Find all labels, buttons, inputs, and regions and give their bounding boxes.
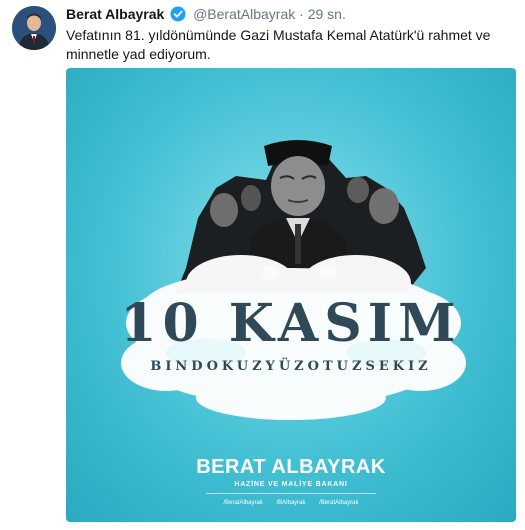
- tweet-timestamp[interactable]: 29 sn.: [308, 6, 346, 22]
- avatar-image: [12, 6, 56, 50]
- poster-year-words: BINDOKUZYÜZOTUZSEKIZ: [150, 359, 432, 374]
- poster-brand-name: BERAT ALBAYRAK: [196, 456, 386, 478]
- author-handle[interactable]: @BeratAlbayrak: [193, 6, 295, 22]
- avatar[interactable]: [12, 6, 56, 50]
- tweet-text: Vefatının 81. yıldönümünde Gazi Mustafa …: [66, 27, 491, 62]
- author-name[interactable]: Berat Albayrak: [66, 6, 164, 22]
- poster-socials: /BeratAlbayrak /BAlbayrak /BeratAlbayrak: [66, 500, 516, 506]
- social-instagram-handle: /BeratAlbayrak: [319, 500, 359, 506]
- poster-title: 10 KASIM: [120, 293, 462, 354]
- tweet[interactable]: Berat Albayrak @BeratAlbayrak · 29 sn. V…: [0, 0, 525, 530]
- separator-dot: ·: [299, 6, 304, 22]
- verified-badge-icon: [170, 6, 186, 25]
- social-twitter-handle: /BeratAlbayrak: [223, 500, 263, 506]
- tweet-image[interactable]: 10 KASIM BINDOKUZYÜZOTUZSEKIZ BERAT ALBA…: [66, 68, 516, 522]
- social-facebook-handle: /BAlbayrak: [276, 500, 306, 506]
- poster-brand-subtitle: HAZİNE VE MALİYE BAKANI: [234, 481, 348, 488]
- tweet-header: Berat Albayrak @BeratAlbayrak · 29 sn.: [66, 6, 346, 25]
- poster-divider: [206, 493, 376, 494]
